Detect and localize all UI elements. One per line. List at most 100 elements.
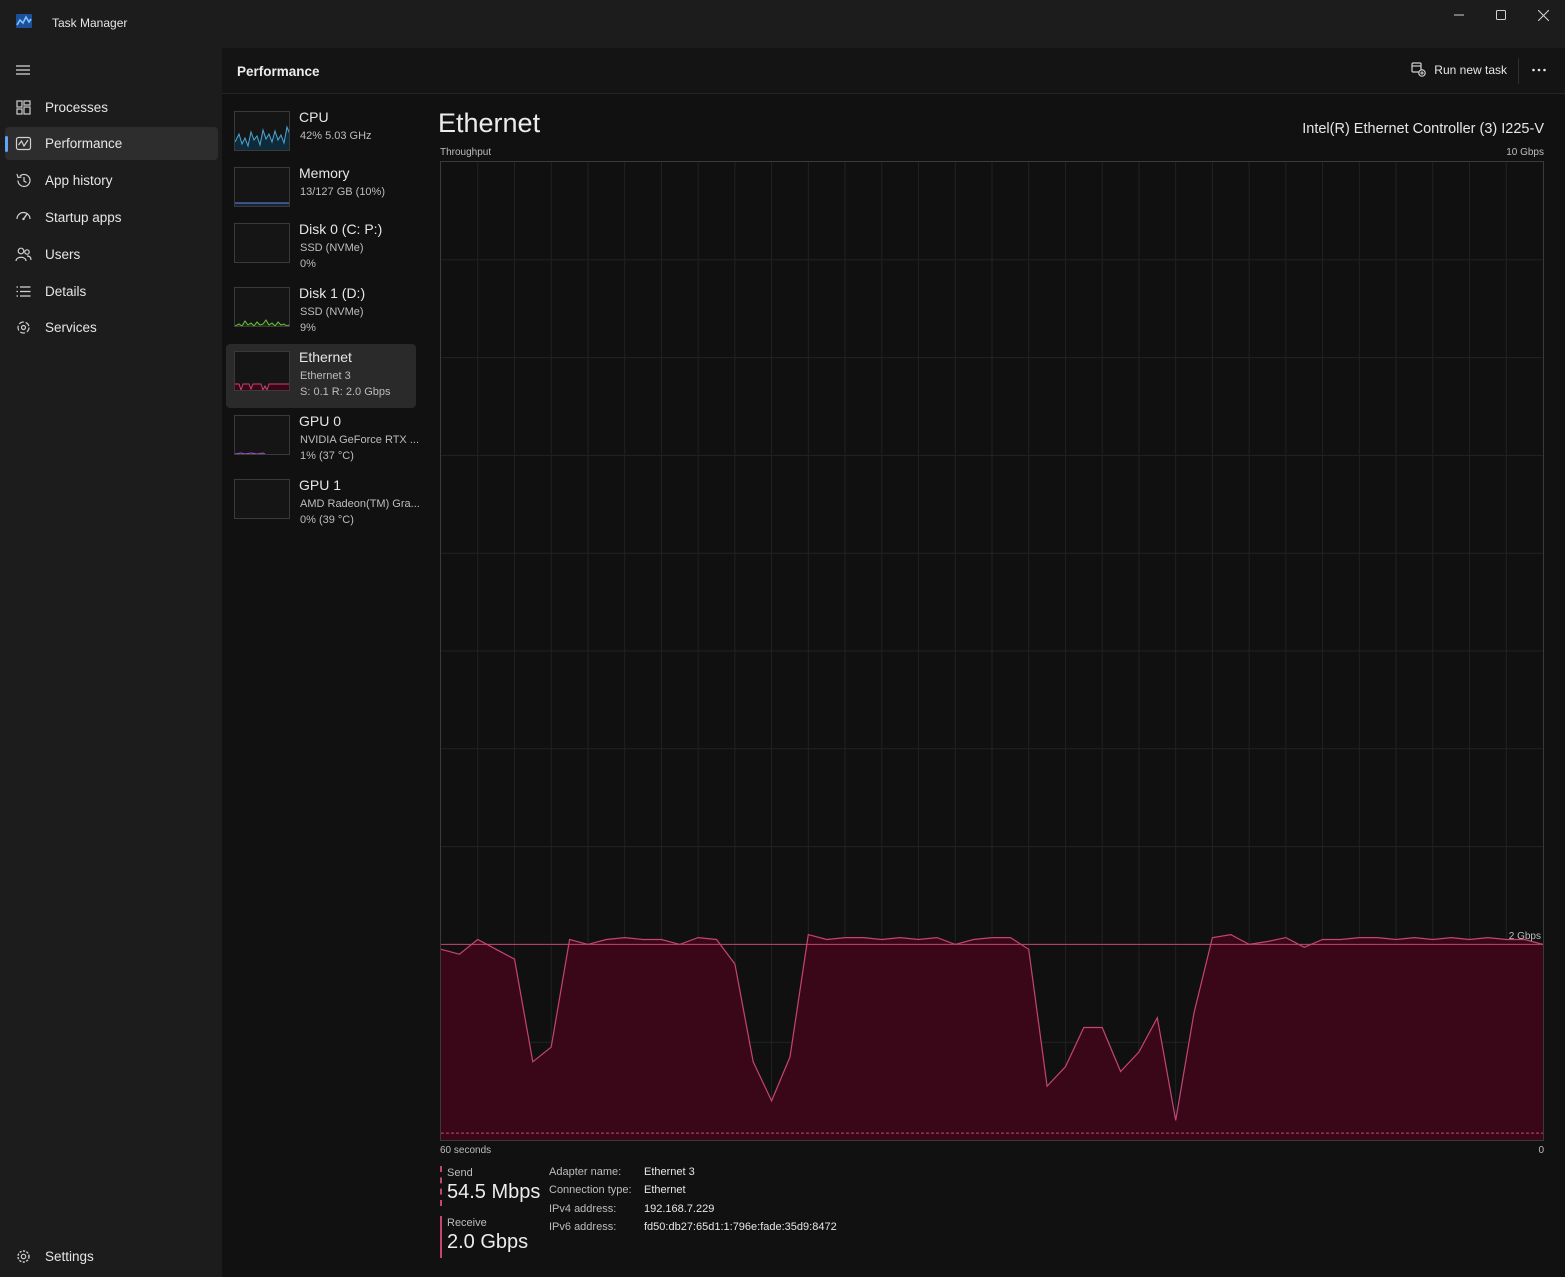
device-gpu-0[interactable]: GPU 0 NVIDIA GeForce RTX ... 1% (37 °C) [226,408,419,472]
device-disk-1[interactable]: Disk 1 (D:) SSD (NVMe) 9% [226,280,416,344]
property-row: IPv4 address: 192.168.7.229 [549,1203,837,1221]
selection-indicator [5,136,8,152]
device-title: Ethernet [438,108,541,138]
nav-item-processes[interactable]: Processes [5,91,218,124]
gpu-0-thumbnail [234,415,290,455]
time-axis-start: 60 seconds [440,1145,492,1156]
property-key: IPv6 address: [549,1221,617,1234]
device-usage: 9% [300,322,316,334]
property-key: Adapter name: [549,1166,622,1178]
device-detail: Ethernet 3 [300,370,351,382]
navigation-pane: Processes Performance App history Startu… [0,48,222,1277]
device-name: GPU 1 [299,477,342,493]
device-ethernet[interactable]: Ethernet Ethernet 3 S: 0.1 R: 2.0 Gbps [226,344,416,408]
task-manager-icon [16,14,32,28]
startup-icon [16,211,31,221]
device-usage: 0% (39 °C) [300,514,354,526]
device-usage: 0% [300,258,316,270]
device-name: Memory [299,165,350,181]
maximize-button[interactable] [1480,0,1522,30]
device-detail: 13/127 GB (10%) [300,186,385,198]
title-bar: Task Manager [0,0,1565,48]
device-memory[interactable]: Memory 13/127 GB (10%) [226,160,416,224]
graph-max-label: 10 Gbps [1506,147,1544,158]
page-title: Performance [237,64,320,79]
nav-item-label: Services [45,320,97,335]
receive-series-area [441,934,1543,1140]
nav-item-settings[interactable]: Settings [5,1240,218,1273]
run-task-icon [1411,62,1427,77]
hamburger-menu-icon[interactable] [14,62,34,78]
page-header: Performance Run new task [222,48,1565,94]
device-gpu-1[interactable]: GPU 1 AMD Radeon(TM) Gra... 0% (39 °C) [226,472,420,536]
device-usage: 1% (37 °C) [300,450,354,462]
property-value: fd50:db27:65d1:1:796e:fade:35d9:8472 [644,1221,837,1234]
minimize-button[interactable] [1438,0,1480,30]
device-name: Disk 0 (C: P:) [299,221,383,237]
ethernet-thumbnail [234,351,290,391]
receive-stat: Receive 2.0 Gbps [440,1217,528,1254]
device-name: CPU [299,109,329,125]
nav-item-app-history[interactable]: App history [5,164,218,197]
device-disk-0[interactable]: Disk 0 (C: P:) SSD (NVMe) 0% [226,216,416,280]
nav-item-label: Settings [45,1249,94,1264]
property-value: Ethernet 3 [644,1166,695,1178]
close-icon [1537,9,1549,21]
nav-item-label: App history [45,173,113,188]
send-label: Send [447,1167,473,1179]
send-value: 54.5 Mbps [447,1181,541,1203]
property-row: Adapter name: Ethernet 3 [549,1166,837,1184]
nav-item-label: Processes [45,100,109,115]
gpu-1-thumbnail [234,479,290,519]
nav-item-performance[interactable]: Performance [5,127,218,160]
throughput-graph: 2 Gbps [440,161,1544,1141]
details-icon [16,286,31,297]
more-icon [1532,68,1546,72]
close-button[interactable] [1522,0,1564,30]
processes-icon [16,100,31,115]
adapter-properties: Adapter name: Ethernet 3 Connection type… [549,1166,837,1240]
window-title: Task Manager [52,16,128,30]
cpu-thumbnail [234,111,290,151]
nav-item-label: Details [45,284,87,299]
adapter-model: Intel(R) Ethernet Controller (3) I225-V [1302,121,1544,137]
performance-icon [15,136,32,151]
graph-label: Throughput [440,147,492,158]
device-detail: 42% 5.03 GHz [300,130,372,142]
throughput-chart [441,162,1543,1140]
nav-item-users[interactable]: Users [5,238,218,271]
run-new-task-button[interactable]: Run new task [1411,62,1507,77]
send-stat: Send 54.5 Mbps [440,1167,540,1204]
device-name: Disk 1 (D:) [299,285,366,301]
device-name: Ethernet [299,349,352,365]
nav-item-startup-apps[interactable]: Startup apps [5,201,218,234]
nav-item-details[interactable]: Details [5,275,218,308]
receive-label: Receive [447,1217,487,1229]
nav-item-services[interactable]: Services [5,311,218,344]
disk-1-thumbnail [234,287,290,327]
device-name: GPU 0 [299,413,342,429]
device-detail: SSD (NVMe) [300,242,364,254]
property-key: IPv4 address: [549,1202,617,1215]
device-detail: SSD (NVMe) [300,306,364,318]
device-cpu[interactable]: CPU 42% 5.03 GHz [226,104,416,168]
time-axis-end: 0 [1538,1145,1544,1156]
device-detail: NVIDIA GeForce RTX ... [300,434,419,446]
property-value: Ethernet [644,1184,686,1197]
history-icon [16,173,31,188]
receive-value: 2.0 Gbps [447,1231,529,1253]
maximize-icon [1496,10,1506,20]
more-options-button[interactable] [1531,60,1551,80]
property-row: Connection type: Ethernet [549,1184,837,1202]
disk-0-thumbnail [234,223,290,263]
nav-item-label: Users [45,247,81,262]
graph-reference-label: 2 Gbps [1508,931,1541,942]
run-new-task-label: Run new task [1434,62,1507,77]
nav-item-label: Performance [45,136,123,151]
minimize-icon [1454,14,1464,16]
header-divider [1518,58,1519,84]
gear-icon [17,1250,30,1263]
device-usage: S: 0.1 R: 2.0 Gbps [300,386,391,398]
property-value: 192.168.7.229 [644,1202,715,1215]
property-row: IPv6 address: fd50:db27:65d1:1:796e:fade… [549,1221,837,1239]
